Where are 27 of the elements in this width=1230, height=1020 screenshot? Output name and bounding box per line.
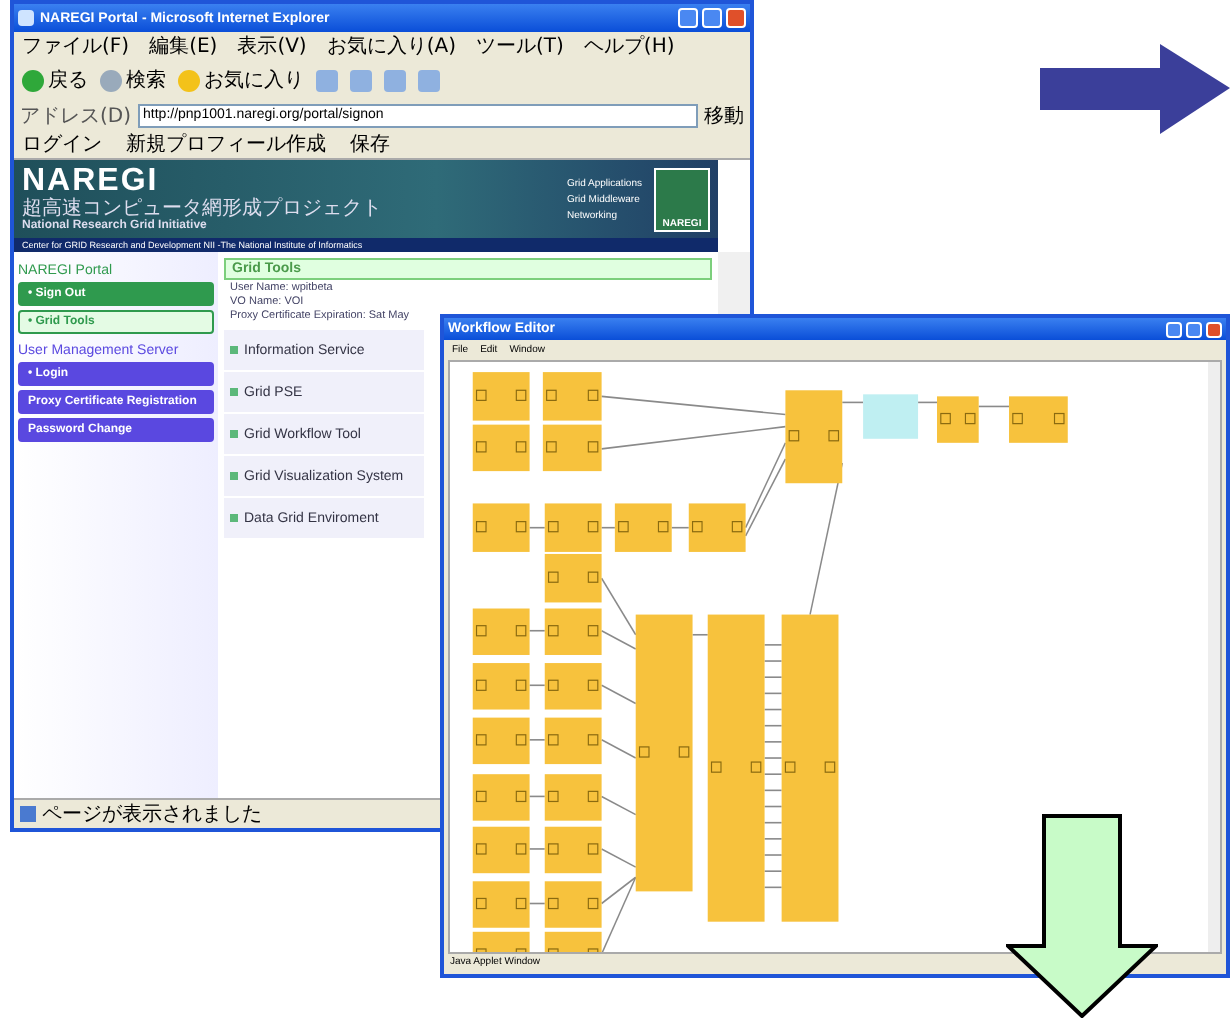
toolbar-button[interactable]: 検索 [100, 66, 166, 94]
menu-item[interactable]: 表示(V) [237, 32, 307, 60]
menu-item[interactable]: 編集(E) [149, 32, 218, 60]
close-button[interactable] [1206, 321, 1222, 337]
minimize-button[interactable] [1166, 321, 1182, 337]
banner-subtitle: 超高速コンピュータ網形成プロジェクト [22, 198, 382, 220]
links-item[interactable]: 保存 [350, 130, 390, 158]
links-item[interactable]: 新規プロフィール作成 [126, 130, 326, 158]
down-arrow-icon [1006, 814, 1158, 1018]
address-label: アドレス(D) [20, 103, 132, 129]
toolbar-button[interactable]: お気に入り [178, 66, 304, 94]
close-button[interactable] [726, 8, 746, 28]
page-icon [18, 10, 34, 26]
menu-item[interactable]: ファイル(F) [22, 32, 130, 60]
page-icon [20, 806, 36, 822]
go-button[interactable]: 移動 [704, 101, 744, 129]
minimize-button[interactable] [678, 8, 698, 28]
maximize-button[interactable] [702, 8, 722, 28]
status-text: ページが表示されました [42, 801, 262, 828]
portal-logo: NAREGI [22, 166, 161, 198]
menu-item[interactable]: お気に入り(A) [326, 32, 456, 60]
right-arrow-icon [1040, 44, 1230, 134]
maximize-button[interactable] [1186, 321, 1202, 337]
toolbar-button[interactable]: 戻る [22, 66, 88, 94]
menu-item[interactable]: ツール(T) [476, 32, 564, 60]
links-item[interactable]: ログイン [22, 130, 102, 158]
menu-item[interactable]: ヘルプ(H) [583, 32, 675, 60]
